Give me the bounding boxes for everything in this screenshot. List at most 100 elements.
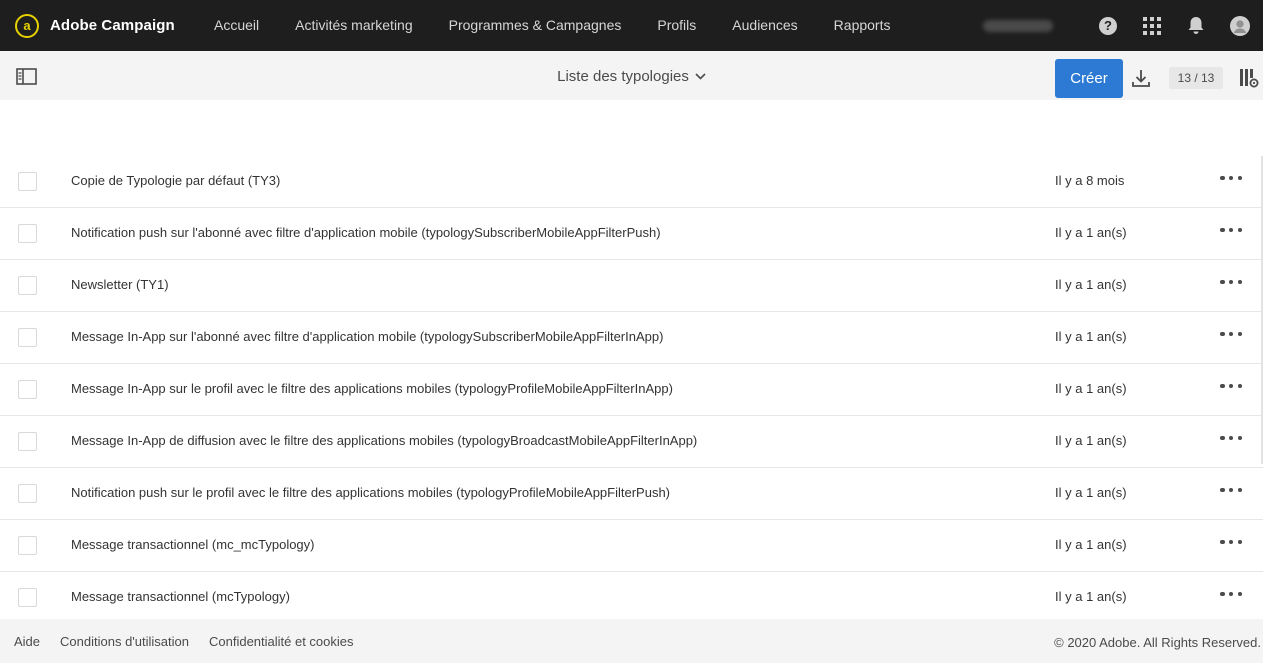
top-navigation-bar: a Adobe Campaign Accueil Activités marke… [0,0,1263,51]
row-label[interactable]: Message In-App de diffusion avec le filt… [71,433,697,448]
row-date: Il y a 1 an(s) [1055,225,1127,240]
list-title: Liste des typologies [557,68,689,85]
row-date: Il y a 1 an(s) [1055,329,1127,344]
more-dot-icon [1228,279,1234,285]
more-dot-icon [1228,591,1234,597]
column-settings-button[interactable] [1239,68,1259,88]
chevron-down-icon [695,73,706,80]
row-label[interactable]: Message In-App sur le profil avec le fil… [71,381,673,396]
row-label[interactable]: Message In-App sur l'abonné avec filtre … [71,329,663,344]
footer: Aide Conditions d'utilisation Confidenti… [0,619,1263,663]
more-dot-icon [1228,331,1234,337]
user-menu-button[interactable] [1229,15,1251,37]
more-dot-icon [1228,383,1234,389]
more-dot-icon [1237,435,1242,441]
more-dot-icon [1237,331,1242,337]
more-actions-button[interactable] [1220,532,1242,552]
more-dot-icon [1228,539,1234,545]
more-dot-icon [1228,227,1234,233]
more-dot-icon [1228,175,1234,181]
more-dot-icon [1220,331,1225,337]
row-checkbox[interactable] [18,172,37,191]
more-dot-icon [1228,435,1234,441]
more-actions-button[interactable] [1220,168,1242,188]
nav-item-accueil[interactable]: Accueil [214,0,277,51]
row-date: Il y a 1 an(s) [1055,277,1127,292]
more-dot-icon [1237,279,1242,285]
row-label[interactable]: Notification push sur le profil avec le … [71,485,670,500]
item-count-badge: 13 / 13 [1169,67,1223,89]
more-dot-icon [1237,591,1242,597]
download-button[interactable] [1131,68,1151,88]
table-row[interactable]: Newsletter (TY1) Il y a 1 an(s) [0,260,1263,312]
typology-list: Copie de Typologie par défaut (TY3) Il y … [0,156,1263,624]
row-checkbox[interactable] [18,380,37,399]
list-title-dropdown[interactable]: Liste des typologies [557,68,706,85]
table-row[interactable]: Message In-App sur l'abonné avec filtre … [0,312,1263,364]
more-dot-icon [1237,383,1242,389]
more-dot-icon [1237,175,1242,181]
more-dot-icon [1220,539,1225,545]
row-checkbox[interactable] [18,484,37,503]
sidebar-toggle-button[interactable] [16,68,37,85]
user-avatar-icon [1230,15,1250,36]
notifications-button[interactable] [1185,15,1207,37]
table-row[interactable]: Notification push sur l'abonné avec filt… [0,208,1263,260]
table-row[interactable]: Message transactionnel (mcTypology) Il y … [0,572,1263,624]
row-label[interactable]: Message transactionnel (mc_mcTypology) [71,537,315,552]
more-actions-button[interactable] [1220,376,1242,396]
nav-item-audiences[interactable]: Audiences [714,0,815,51]
row-checkbox[interactable] [18,432,37,451]
table-row[interactable]: Copie de Typologie par défaut (TY3) Il y … [0,156,1263,208]
row-checkbox[interactable] [18,328,37,347]
more-dot-icon [1220,227,1225,233]
nav-item-activites-marketing[interactable]: Activités marketing [277,0,430,51]
row-label[interactable]: Newsletter (TY1) [71,277,169,292]
create-button[interactable]: Créer [1055,59,1123,98]
more-actions-button[interactable] [1220,480,1242,500]
row-checkbox[interactable] [18,536,37,555]
sidebar-panel-icon [16,68,37,85]
more-actions-button[interactable] [1220,272,1242,292]
more-actions-button[interactable] [1220,220,1242,240]
nav-item-rapports[interactable]: Rapports [816,0,909,51]
row-label[interactable]: Message transactionnel (mcTypology) [71,589,290,604]
apps-grid-icon [1143,16,1161,35]
table-row[interactable]: Notification push sur le profil avec le … [0,468,1263,520]
row-checkbox[interactable] [18,224,37,243]
more-actions-button[interactable] [1220,324,1242,344]
more-dot-icon [1220,383,1225,389]
more-actions-button[interactable] [1220,584,1242,604]
table-row[interactable]: Message In-App de diffusion avec le filt… [0,416,1263,468]
apps-button[interactable] [1141,15,1163,37]
download-icon [1132,70,1150,87]
row-date: Il y a 1 an(s) [1055,537,1127,552]
row-checkbox[interactable] [18,588,37,607]
footer-link-confidentialite[interactable]: Confidentialité et cookies [209,634,354,649]
nav-item-profils[interactable]: Profils [639,0,714,51]
row-checkbox[interactable] [18,276,37,295]
row-date: Il y a 1 an(s) [1055,485,1127,500]
row-label[interactable]: Notification push sur l'abonné avec filt… [71,225,661,240]
help-button[interactable]: ? [1097,15,1119,37]
footer-link-conditions[interactable]: Conditions d'utilisation [60,634,189,649]
adobe-campaign-logo-icon: a [15,13,39,38]
more-actions-button[interactable] [1220,428,1242,448]
column-settings-icon [1240,69,1259,88]
user-name-blurred [983,19,1053,32]
table-row[interactable]: Message In-App sur le profil avec le fil… [0,364,1263,416]
more-dot-icon [1237,539,1242,545]
row-date: Il y a 1 an(s) [1055,589,1127,604]
row-date: Il y a 1 an(s) [1055,381,1127,396]
more-dot-icon [1220,435,1225,441]
footer-link-aide[interactable]: Aide [14,634,40,649]
row-date: Il y a 8 mois [1055,173,1125,188]
more-dot-icon [1220,279,1225,285]
more-dot-icon [1220,487,1225,493]
row-label[interactable]: Copie de Typologie par défaut (TY3) [71,173,280,188]
main-nav: Accueil Activités marketing Programmes &… [214,0,908,51]
nav-item-programmes-campagnes[interactable]: Programmes & Campagnes [431,0,640,51]
brand[interactable]: a Adobe Campaign [0,0,214,51]
table-row[interactable]: Message transactionnel (mc_mcTypology) Il… [0,520,1263,572]
bell-icon [1188,17,1204,34]
